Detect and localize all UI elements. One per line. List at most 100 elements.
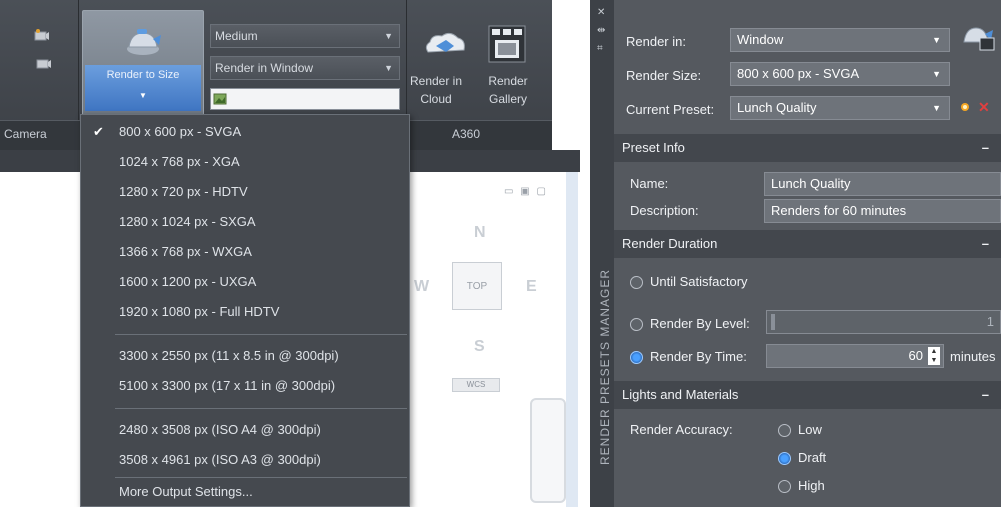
render-accuracy-label: Render Accuracy: <box>630 422 733 437</box>
size-option-label: 1600 x 1200 px - UXGA <box>119 274 257 289</box>
size-option-letter-300dpi[interactable]: 3300 x 2550 px (11 x 8.5 in @ 300dpi) <box>81 341 409 371</box>
preset-description-label: Description: <box>630 203 699 218</box>
size-option-tabloid-300dpi[interactable]: 5100 x 3300 px (17 x 11 in @ 300dpi) <box>81 371 409 401</box>
accuracy-high-label[interactable]: High <box>798 478 825 493</box>
compass-east: E <box>526 278 537 295</box>
render-by-time-radio[interactable] <box>630 351 643 364</box>
size-option-uxga[interactable]: 1600 x 1200 px - UXGA <box>81 267 409 297</box>
render-size-dropdown: ✔ 800 x 600 px - SVGA 1024 x 768 px - XG… <box>80 114 410 507</box>
checkmark-icon: ✔ <box>93 124 104 139</box>
size-option-label: 1280 x 720 px - HDTV <box>119 184 248 199</box>
more-output-settings-item[interactable]: More Output Settings... <box>81 477 409 507</box>
render-to-size-button[interactable]: Render to Size ▼ <box>82 10 204 120</box>
image-file-icon <box>213 93 227 105</box>
size-option-hdtv[interactable]: 1280 x 720 px - HDTV <box>81 177 409 207</box>
size-option-sxga[interactable]: 1280 x 1024 px - SXGA <box>81 207 409 237</box>
size-option-svga[interactable]: ✔ 800 x 600 px - SVGA <box>81 117 409 147</box>
chevron-down-icon: ▼ <box>932 35 941 45</box>
output-path-field[interactable] <box>210 88 400 110</box>
render-in-label: Render in: <box>626 34 686 49</box>
navigation-bar[interactable] <box>530 398 566 503</box>
wcs-menu[interactable]: WCS <box>452 378 500 392</box>
until-satisfactory-radio[interactable] <box>630 276 643 289</box>
preset-info-header[interactable]: Preset Info – <box>614 134 1001 162</box>
create-preset-icon[interactable] <box>958 100 972 114</box>
ribbon-render-area: Render to Size ▼ Medium ▼ Render in Wind… <box>0 0 580 507</box>
render-teapot-icon[interactable] <box>960 20 996 54</box>
until-satisfactory-label[interactable]: Until Satisfactory <box>650 274 748 289</box>
render-time-field[interactable]: 60 ▲ ▼ <box>766 344 944 368</box>
render-by-level-label[interactable]: Render By Level: <box>650 316 750 331</box>
lights-materials-header[interactable]: Lights and Materials – <box>614 381 1001 409</box>
preset-name-label: Name: <box>630 176 669 191</box>
camera-adjust-icon[interactable] <box>36 56 52 70</box>
current-preset-label: Current Preset: <box>626 102 715 117</box>
compass-south: S <box>474 338 485 355</box>
size-option-label: 3300 x 2550 px (11 x 8.5 in @ 300dpi) <box>119 348 339 363</box>
render-quality-combo[interactable]: Medium ▼ <box>210 24 400 48</box>
viewcube-top-face[interactable]: TOP <box>452 262 502 310</box>
more-output-settings-label: More Output Settings... <box>119 484 253 499</box>
properties-icon[interactable]: ⌗ <box>597 44 603 54</box>
render-level-value: 1 <box>986 314 994 329</box>
lights-materials-title: Lights and Materials <box>622 387 739 402</box>
accuracy-low-radio[interactable] <box>778 424 791 437</box>
render-in-cloud-label-line1[interactable]: Render in <box>408 74 464 88</box>
slider-thumb[interactable] <box>771 314 775 330</box>
panel-label-camera: Camera <box>4 127 47 141</box>
render-gallery-icon[interactable] <box>487 24 527 64</box>
render-gallery-label-line1[interactable]: Render <box>480 74 536 88</box>
camera-icon[interactable] <box>34 28 50 42</box>
render-size-select[interactable]: 800 x 600 px - SVGA ▼ <box>730 62 950 86</box>
collapse-icon[interactable]: – <box>982 134 989 162</box>
size-option-label: 1920 x 1080 px - Full HDTV <box>119 304 280 319</box>
collapse-icon[interactable]: – <box>982 381 989 409</box>
spinner-icon[interactable]: ▲ ▼ <box>928 347 940 365</box>
chevron-down-icon: ▼ <box>932 69 941 79</box>
viewport-scrollbar[interactable] <box>566 172 578 507</box>
render-in-cloud-icon[interactable] <box>422 28 468 58</box>
menu-separator <box>115 334 407 335</box>
current-preset-select[interactable]: Lunch Quality ▼ <box>730 96 950 120</box>
size-option-label: 5100 x 3300 px (17 x 11 in @ 300dpi) <box>119 378 336 393</box>
accuracy-draft-radio[interactable] <box>778 452 791 465</box>
render-quality-value: Medium <box>215 29 258 43</box>
accuracy-high-radio[interactable] <box>778 480 791 493</box>
chevron-down-icon: ▼ <box>932 103 941 113</box>
render-gallery-label-line2[interactable]: Gallery <box>480 92 536 106</box>
render-teapot-icon <box>127 29 161 55</box>
palette-title: RENDER PRESETS MANAGER <box>598 268 612 466</box>
chevron-down-icon[interactable]: ▼ <box>139 91 147 100</box>
auto-hide-icon[interactable]: ⇹ <box>597 26 605 36</box>
time-unit-label: minutes <box>950 349 996 364</box>
delete-preset-icon[interactable]: ✕ <box>978 100 990 114</box>
accuracy-draft-label[interactable]: Draft <box>798 450 826 465</box>
size-option-label: 800 x 600 px - SVGA <box>119 124 242 139</box>
size-option-iso-a4[interactable]: 2480 x 3508 px (ISO A4 @ 300dpi) <box>81 415 409 445</box>
preset-description-field[interactable]: Renders for 60 minutes <box>764 199 1001 223</box>
chevron-down-icon: ▼ <box>384 63 393 73</box>
render-to-size-label: Render to Size <box>106 69 180 81</box>
size-option-iso-a3[interactable]: 3508 x 4961 px (ISO A3 @ 300dpi) <box>81 445 409 475</box>
render-duration-header[interactable]: Render Duration – <box>614 230 1001 258</box>
viewport-window-controls[interactable]: ▭ ▣ ▢ <box>504 186 548 197</box>
size-option-label: 1024 x 768 px - XGA <box>119 154 240 169</box>
size-option-xga[interactable]: 1024 x 768 px - XGA <box>81 147 409 177</box>
accuracy-low-label[interactable]: Low <box>798 422 822 437</box>
palette-side-bar: ✕ ⇹ ⌗ RENDER PRESETS MANAGER <box>590 0 614 507</box>
render-by-level-radio[interactable] <box>630 318 643 331</box>
current-preset-select-value: Lunch Quality <box>737 100 817 115</box>
render-size-select-value: 800 x 600 px - SVGA <box>737 66 860 81</box>
render-in-select[interactable]: Window ▼ <box>730 28 950 52</box>
presets-main: Render in: Window ▼ Render Size: 800 x 6… <box>614 0 1001 507</box>
size-option-full-hdtv[interactable]: 1920 x 1080 px - Full HDTV <box>81 297 409 327</box>
size-option-wxga[interactable]: 1366 x 768 px - WXGA <box>81 237 409 267</box>
size-option-label: 1280 x 1024 px - SXGA <box>119 214 256 229</box>
render-level-slider[interactable]: 1 <box>766 310 1001 334</box>
render-by-time-label[interactable]: Render By Time: <box>650 349 747 364</box>
close-icon[interactable]: ✕ <box>597 8 605 18</box>
preset-name-field[interactable]: Lunch Quality <box>764 172 1001 196</box>
collapse-icon[interactable]: – <box>982 230 989 258</box>
render-in-cloud-label-line2[interactable]: Cloud <box>408 92 464 106</box>
render-in-combo[interactable]: Render in Window ▼ <box>210 56 400 80</box>
